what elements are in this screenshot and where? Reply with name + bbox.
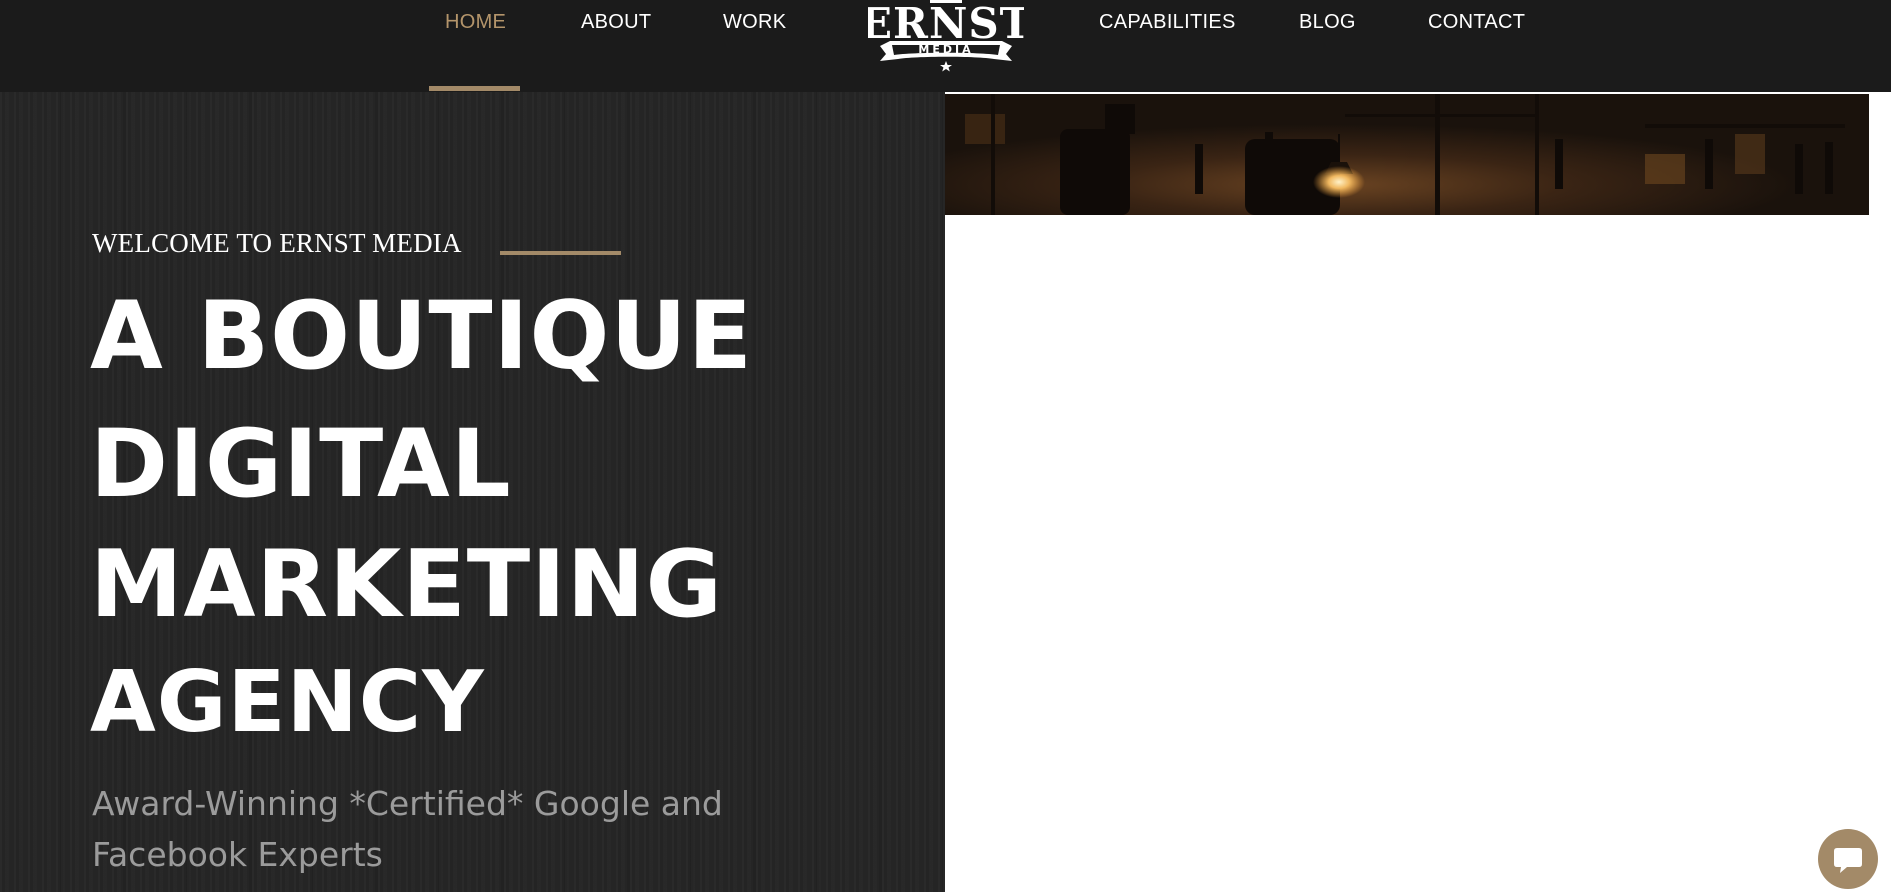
welcome-heading: WELCOME TO ERNST MEDIA xyxy=(92,228,462,258)
welcome-accent-rule xyxy=(500,251,621,255)
hero-background-image xyxy=(945,94,1869,215)
headline-line-2: DIGITAL xyxy=(90,410,512,519)
hero-media-panel xyxy=(945,92,1891,892)
nav-link-blog[interactable]: BLOG xyxy=(1299,8,1356,36)
svg-text:MEDIA: MEDIA xyxy=(918,43,973,56)
chat-widget-button[interactable] xyxy=(1818,829,1878,889)
nav-link-contact[interactable]: CONTACT xyxy=(1428,8,1525,36)
nav-link-home[interactable]: HOME xyxy=(445,8,506,36)
svg-text:ERNST: ERNST xyxy=(868,0,1024,48)
chat-bubble-icon xyxy=(1834,848,1862,873)
ernst-media-logo[interactable]: ERNST MEDIA xyxy=(868,0,1024,74)
brewery-scene-image xyxy=(945,94,1869,215)
top-navigation: HOME ABOUT WORK ERNST MEDIA CAPABILITIES… xyxy=(0,0,1891,92)
hero-subtitle: Award-Winning *Certified* Google and Fac… xyxy=(92,784,723,874)
headline-line-1: A BOUTIQUE xyxy=(90,282,753,391)
page: HOME ABOUT WORK ERNST MEDIA CAPABILITIES… xyxy=(0,0,1891,892)
headline-line-3: MARKETING xyxy=(90,530,723,638)
nav-link-work[interactable]: WORK xyxy=(723,8,786,36)
headline-line-4: AGENCY xyxy=(90,653,485,752)
nav-link-about[interactable]: ABOUT xyxy=(581,8,651,36)
nav-link-capabilities[interactable]: CAPABILITIES xyxy=(1099,8,1236,36)
logo-graphic: ERNST MEDIA xyxy=(868,0,1024,72)
active-nav-indicator xyxy=(429,86,520,91)
